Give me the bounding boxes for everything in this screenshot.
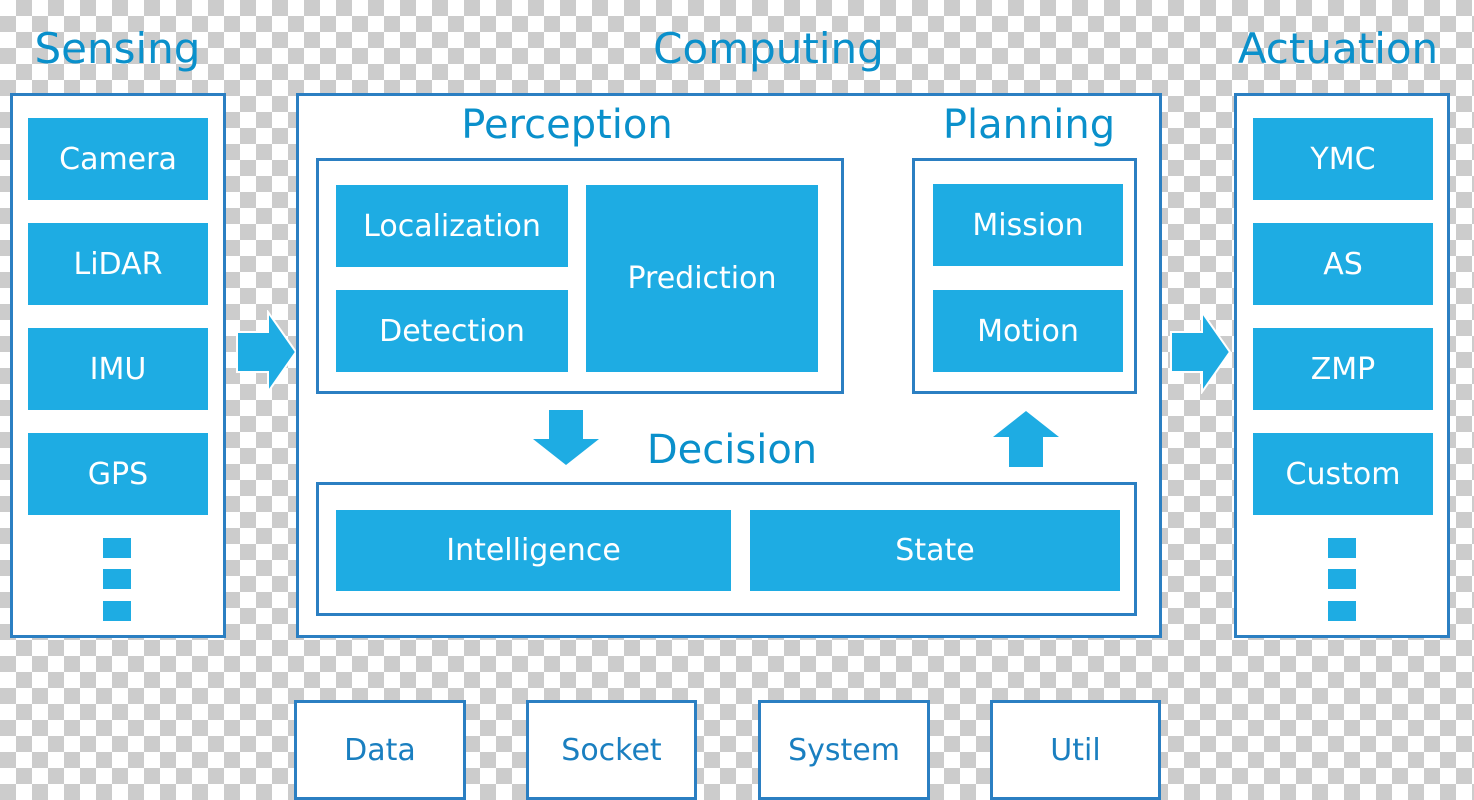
sensing-title: Sensing [34, 24, 201, 73]
util-util: Util [990, 700, 1161, 800]
actuator-custom: Custom [1253, 433, 1433, 515]
actuator-zmp: ZMP [1253, 328, 1433, 410]
actuation-title: Actuation [1237, 24, 1439, 73]
sensor-imu: IMU [28, 328, 208, 410]
sensor-gps: GPS [28, 433, 208, 515]
planning-title: Planning [942, 102, 1116, 148]
mission-block: Mission [933, 184, 1123, 266]
arrow-right-icon [1170, 310, 1232, 394]
sensor-camera: Camera [28, 118, 208, 200]
ellipsis-dot [1328, 538, 1356, 558]
perception-title: Perception [461, 102, 673, 148]
arrow-down-icon [533, 410, 599, 465]
util-system: System [758, 700, 930, 800]
ellipsis-dot [1328, 601, 1356, 621]
motion-block: Motion [933, 290, 1123, 372]
arrow-up-icon [993, 411, 1059, 467]
sensor-lidar: LiDAR [28, 223, 208, 305]
actuator-as: AS [1253, 223, 1433, 305]
prediction-block: Prediction [586, 185, 818, 372]
arrow-right-icon [236, 310, 298, 394]
ellipsis-dot [1328, 569, 1356, 589]
util-data: Data [294, 700, 466, 800]
ellipsis-dot [103, 601, 131, 621]
decision-title: Decision [646, 427, 818, 473]
localization-block: Localization [336, 185, 568, 267]
util-socket: Socket [526, 700, 697, 800]
computing-title: Computing [653, 24, 884, 73]
intelligence-block: Intelligence [336, 510, 731, 591]
state-block: State [750, 510, 1120, 591]
detection-block: Detection [336, 290, 568, 372]
actuator-ymc: YMC [1253, 118, 1433, 200]
ellipsis-dot [103, 538, 131, 558]
ellipsis-dot [103, 569, 131, 589]
